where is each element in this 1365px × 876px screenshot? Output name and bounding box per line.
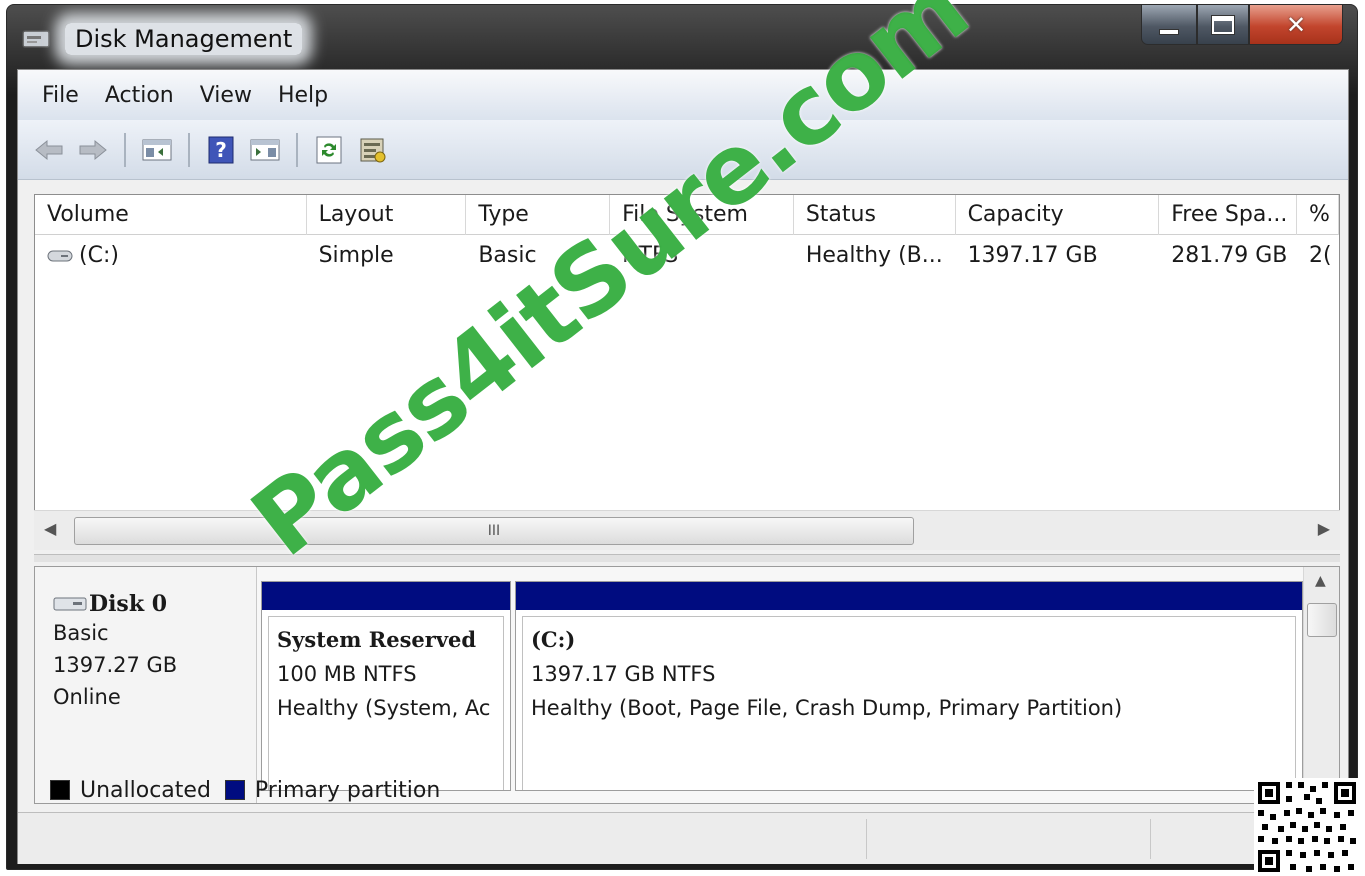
show-hide-console-tree-button[interactable]	[140, 133, 174, 167]
volume-cell: (C:)	[35, 237, 307, 275]
menu-view[interactable]: View	[190, 83, 268, 108]
partition-bar	[516, 582, 1302, 610]
disk-icon	[53, 597, 87, 611]
disk-type: Basic	[53, 621, 109, 645]
forward-button[interactable]	[76, 133, 110, 167]
file-system-cell: NTFS	[622, 243, 679, 268]
legend-label-unallocated: Unallocated	[80, 777, 211, 803]
help-icon: ?	[208, 136, 234, 163]
capacity-cell: 1397.17 GB	[967, 243, 1098, 268]
properties-button[interactable]	[356, 133, 390, 167]
partition-status: Healthy (System, Ac	[277, 696, 491, 720]
table-row[interactable]: (C:) Simple Basic NTFS Healthy (B... 139…	[35, 237, 1339, 275]
close-button[interactable]: ✕	[1249, 5, 1343, 45]
caption-buttons: ✕	[1141, 5, 1343, 45]
partition-name: System Reserved	[277, 627, 477, 652]
scroll-grip: III	[487, 523, 501, 539]
minimize-icon	[1159, 28, 1179, 35]
unallocated-swatch	[50, 780, 70, 800]
column-header-type[interactable]: Type	[466, 195, 611, 235]
window-title: Disk Management	[65, 23, 303, 55]
close-icon: ✕	[1285, 10, 1307, 39]
column-header-file-system[interactable]: File System	[610, 195, 794, 235]
column-header-layout[interactable]: Layout	[307, 195, 467, 235]
minimize-button[interactable]	[1141, 5, 1197, 45]
help-button[interactable]: ?	[204, 133, 238, 167]
disk-management-icon	[22, 30, 50, 48]
scroll-right-icon[interactable]: ▶	[1318, 519, 1330, 538]
maximize-button[interactable]	[1197, 5, 1249, 45]
column-header-volume[interactable]: Volume	[35, 195, 307, 235]
disk-management-window: Disk Management ✕ File Action View Help	[6, 4, 1358, 870]
vertical-scrollbar[interactable]: ▲ ▼	[1303, 567, 1339, 803]
column-header-percent-free[interactable]: %	[1297, 195, 1339, 235]
disk-size: 1397.27 GB	[53, 653, 178, 677]
disk-info[interactable]: Disk 0 Basic 1397.27 GB Online	[35, 567, 257, 803]
show-hide-console-tree-icon	[142, 139, 172, 160]
menu-action[interactable]: Action	[95, 83, 190, 108]
scroll-up-icon[interactable]: ▲	[1315, 573, 1326, 589]
horizontal-scrollbar[interactable]: ◀ III ▶	[34, 510, 1340, 550]
show-hide-action-pane-button[interactable]	[248, 133, 282, 167]
menu-file[interactable]: File	[32, 83, 95, 108]
menu-help[interactable]: Help	[268, 83, 344, 108]
vertical-scroll-thumb[interactable]	[1307, 603, 1337, 637]
horizontal-scroll-thumb[interactable]: III	[74, 517, 914, 545]
disk-state: Online	[53, 685, 121, 709]
type-cell: Basic	[478, 243, 537, 268]
layout-cell: Simple	[318, 243, 394, 268]
forward-icon	[79, 139, 107, 160]
partition-size: 1397.17 GB NTFS	[531, 662, 716, 686]
volume-drive-icon	[47, 250, 73, 262]
disk-name: Disk 0	[89, 591, 168, 617]
partition-system-reserved[interactable]: System Reserved 100 MB NTFS Healthy (Sys…	[261, 581, 511, 791]
client-area: File Action View Help ? Volume Layout Ty…	[17, 69, 1349, 864]
qr-code	[1254, 778, 1360, 876]
back-icon	[35, 139, 63, 160]
status-cell: Healthy (B...	[805, 243, 943, 268]
volume-list-header: Volume Layout Type File System Status Ca…	[35, 195, 1339, 235]
toolbar-separator	[188, 132, 190, 167]
partition-bar	[262, 582, 510, 610]
refresh-icon	[316, 136, 342, 163]
partition-size: 100 MB NTFS	[277, 662, 417, 686]
legend-label-primary-partition: Primary partition	[254, 777, 441, 803]
svg-text:?: ?	[215, 138, 227, 162]
disk-title: Disk 0	[53, 591, 256, 617]
volume-list: Volume Layout Type File System Status Ca…	[34, 194, 1340, 550]
primary-partition-swatch	[224, 780, 245, 800]
title-bar[interactable]: Disk Management ✕	[7, 5, 1357, 69]
toolbar: ?	[18, 120, 1348, 180]
partition-body: (C:) 1397.17 GB NTFS Healthy (Boot, Page…	[522, 616, 1296, 790]
properties-icon	[360, 138, 386, 162]
volume-name: (C:)	[79, 243, 119, 268]
toolbar-separator	[296, 132, 298, 167]
disk-graphical-view: Disk 0 Basic 1397.27 GB Online System Re…	[34, 566, 1340, 804]
column-header-status[interactable]: Status	[794, 195, 956, 235]
column-header-capacity[interactable]: Capacity	[956, 195, 1160, 235]
status-bar	[18, 812, 1348, 864]
toolbar-separator	[124, 132, 126, 167]
partition-c[interactable]: (C:) 1397.17 GB NTFS Healthy (Boot, Page…	[515, 581, 1303, 791]
scroll-left-icon[interactable]: ◀	[44, 519, 56, 538]
percent-free-cell: 2(	[1309, 243, 1332, 268]
partition-name: (C:)	[531, 627, 576, 652]
partition-status: Healthy (Boot, Page File, Crash Dump, Pr…	[531, 696, 1123, 720]
partition-body: System Reserved 100 MB NTFS Healthy (Sys…	[268, 616, 504, 790]
status-bar-divider	[1150, 819, 1151, 859]
pane-splitter[interactable]	[34, 554, 1340, 562]
column-header-free-space[interactable]: Free Spa...	[1159, 195, 1298, 235]
menu-bar: File Action View Help	[18, 70, 1348, 120]
refresh-button[interactable]	[312, 133, 346, 167]
back-button[interactable]	[32, 133, 66, 167]
legend: Unallocated Primary partition	[34, 770, 454, 810]
status-bar-divider	[866, 819, 867, 859]
maximize-icon	[1212, 15, 1234, 34]
free-space-cell: 281.79 GB	[1171, 243, 1288, 268]
show-hide-action-pane-icon	[250, 139, 280, 160]
